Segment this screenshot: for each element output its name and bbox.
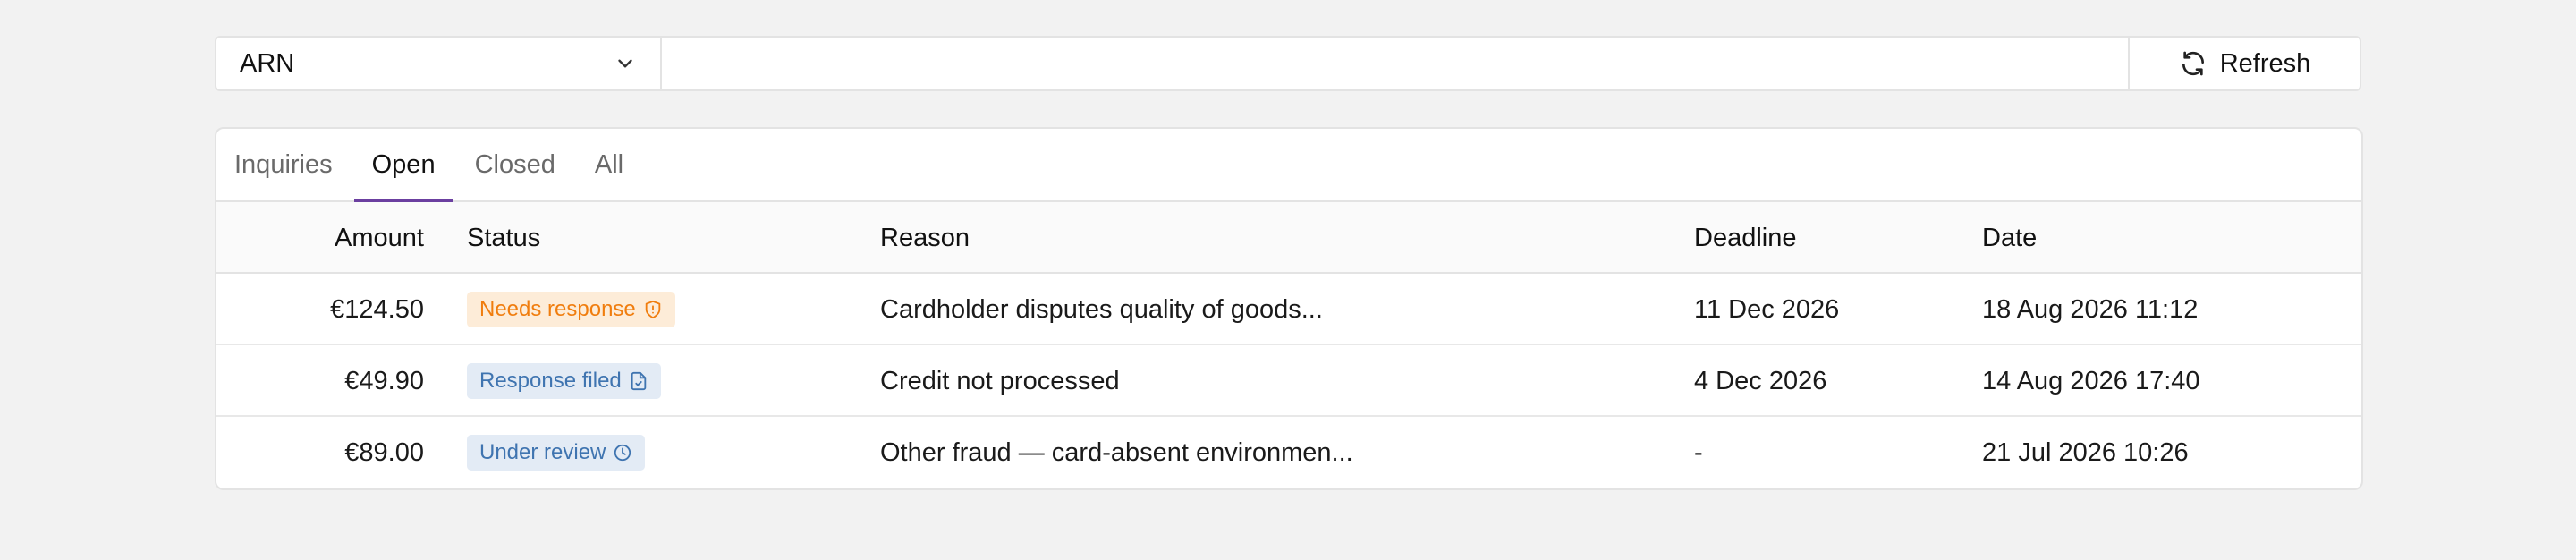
- date-cell: 21 Jul 2026 10:26: [1982, 437, 2189, 467]
- status-badge-label: Response filed: [479, 369, 622, 393]
- tab-all[interactable]: All: [595, 129, 623, 200]
- reason-cell: Credit not processed: [880, 366, 1120, 395]
- column-header-amount[interactable]: Amount: [216, 202, 424, 274]
- status-badge: Response filed: [467, 363, 661, 399]
- status-cell: Needs response: [467, 274, 675, 345]
- tab-closed[interactable]: Closed: [475, 129, 555, 200]
- tab-open[interactable]: Open: [353, 129, 453, 202]
- status-badge: Needs response: [467, 292, 675, 327]
- status-badge-label: Under review: [479, 440, 606, 464]
- table-row[interactable]: €89.00 Under review Other fraud — card-a…: [216, 417, 2361, 488]
- date-cell: 18 Aug 2026 11:12: [1982, 294, 2199, 324]
- file-check-icon: [631, 371, 647, 391]
- deadline-cell: -: [1694, 437, 1703, 467]
- search-input[interactable]: [662, 38, 2128, 89]
- status-badge: Under review: [467, 435, 646, 471]
- clock-icon: [614, 444, 631, 462]
- chevron-down-icon: [618, 59, 632, 68]
- refresh-icon: [2182, 51, 2204, 76]
- column-header-deadline[interactable]: Deadline: [1694, 202, 1796, 274]
- date-cell: 14 Aug 2026 17:40: [1982, 366, 2200, 395]
- amount-cell: €124.50: [330, 294, 424, 324]
- reason-cell: Cardholder disputes quality of goods...: [880, 294, 1323, 324]
- status-cell: Response filed: [467, 345, 661, 417]
- column-header-status[interactable]: Status: [467, 202, 540, 274]
- tab-bar: Inquiries Open Closed All: [216, 129, 2361, 202]
- shield-alert-icon: [645, 300, 661, 319]
- status-cell: Under review: [467, 417, 646, 488]
- column-header-reason[interactable]: Reason: [880, 202, 970, 274]
- status-badge-label: Needs response: [479, 297, 636, 321]
- id-type-select[interactable]: ARN: [216, 38, 662, 89]
- table-header: Amount Status Reason Deadline Date: [216, 202, 2361, 274]
- table-row[interactable]: €124.50 Needs response Cardholder disput…: [216, 274, 2361, 345]
- refresh-button[interactable]: Refresh: [2128, 38, 2360, 89]
- id-type-select-value: ARN: [240, 48, 295, 78]
- filter-bar: ARN Refresh: [215, 36, 2361, 91]
- reason-cell: Other fraud — card-absent environmen...: [880, 437, 1353, 467]
- disputes-card: Inquiries Open Closed All Amount Status …: [215, 127, 2363, 490]
- column-header-date[interactable]: Date: [1982, 202, 2037, 274]
- refresh-label: Refresh: [2219, 48, 2311, 78]
- amount-cell: €49.90: [344, 366, 424, 395]
- deadline-cell: 4 Dec 2026: [1694, 366, 1827, 395]
- table-row[interactable]: €49.90 Response filed Credit not process…: [216, 345, 2361, 417]
- page: ARN Refresh Inquiries Open Closed All Am…: [0, 0, 2576, 560]
- deadline-cell: 11 Dec 2026: [1694, 294, 1840, 324]
- tab-inquiries[interactable]: Inquiries: [234, 129, 333, 200]
- amount-cell: €89.00: [344, 437, 424, 467]
